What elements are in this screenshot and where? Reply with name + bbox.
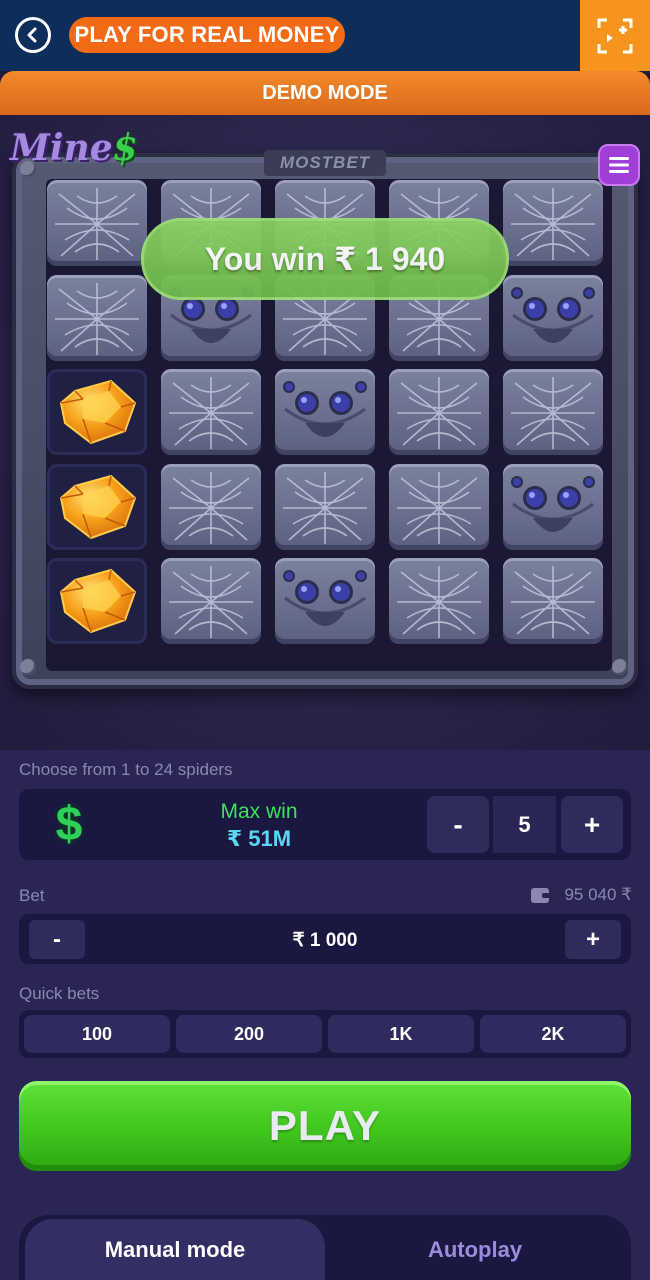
spider-tile[interactable] [275,369,375,455]
logo-text: Mine [10,127,113,169]
back-button[interactable] [15,17,51,53]
hamburger-menu-icon [609,157,629,173]
cobweb-icon [55,283,139,355]
gem-tile[interactable] [47,558,147,644]
cobweb-icon [511,377,595,449]
bet-amount-field[interactable]: ₹ 1 000 [200,925,450,955]
gem-icon [59,379,137,445]
spiders-increase-button[interactable]: + [561,796,623,853]
play-for-real-money-button[interactable]: PLAY FOR REAL MONEY [69,17,345,53]
game-menu-button[interactable] [598,144,640,186]
cobweb-icon [169,566,253,638]
gem-tile[interactable] [47,369,147,455]
spiders-label: Choose from 1 to 24 spiders [19,760,233,779]
spider-tile[interactable] [275,558,375,644]
balance-value: 95 040 ₹ [564,885,632,904]
spiders-decrease-button[interactable]: - [427,796,489,853]
manual-mode-tab[interactable]: Manual mode [25,1219,325,1280]
gem-icon [59,474,137,540]
quick-bet-200[interactable]: 200 [176,1015,322,1053]
cobweb-icon [397,472,481,544]
back-arrow-icon [27,27,37,43]
spider-icon [283,570,367,626]
bet-decrease-button[interactable]: - [29,920,85,959]
quick-bets-label: Quick bets [19,984,100,1003]
bet-label: Bet [19,886,45,905]
quick-bet-100[interactable]: 100 [24,1015,170,1053]
web-tile[interactable] [503,558,603,644]
cobweb-icon [169,377,253,449]
top-bar: PLAY FOR REAL MONEY [0,0,650,71]
bet-increase-button[interactable]: + [565,920,621,959]
cobweb-icon [283,472,367,544]
spider-icon [511,476,595,532]
gem-icon [59,568,137,634]
web-tile[interactable] [275,464,375,550]
web-tile[interactable] [161,464,261,550]
spider-tile[interactable] [503,275,603,361]
autoplay-tab[interactable]: Autoplay [325,1219,625,1280]
web-tile[interactable] [47,180,147,266]
web-tile[interactable] [503,369,603,455]
fullscreen-button[interactable] [580,0,650,71]
gem-tile[interactable] [47,464,147,550]
cobweb-icon [511,188,595,260]
web-tile[interactable] [47,275,147,361]
cobweb-icon [169,472,253,544]
wallet-icon [531,888,551,903]
game-logo: Mine$ [10,127,138,169]
web-tile[interactable] [389,369,489,455]
play-button[interactable]: PLAY [19,1081,631,1171]
spider-count-value: 5 [493,796,556,853]
logo-dollar: $ [112,127,138,169]
brand-plate: MOSTBET [264,150,386,176]
bolt-decoration [20,659,36,675]
spider-icon [511,287,595,343]
bolt-decoration [612,659,628,675]
cobweb-icon [397,566,481,638]
quick-bet-1k[interactable]: 1K [328,1015,474,1053]
max-win-value: ₹ 51M [226,826,292,851]
max-win-label: Max win [220,800,298,823]
game-area: MOSTBET Mine$ You win ₹ 1 940 [0,115,650,750]
quick-bet-2k[interactable]: 2K [480,1015,626,1053]
demo-mode-banner: DEMO MODE [0,71,650,115]
spider-tile[interactable] [503,464,603,550]
spider-icon [283,381,367,437]
win-banner: You win ₹ 1 940 [141,218,509,300]
web-tile[interactable] [389,558,489,644]
cobweb-icon [511,566,595,638]
fullscreen-icon [597,18,633,53]
web-tile[interactable] [161,369,261,455]
web-tile[interactable] [503,180,603,266]
dollar-icon: $ [55,797,83,851]
web-tile[interactable] [161,558,261,644]
web-tile[interactable] [389,464,489,550]
balance-display: 95 040 ₹ [522,882,632,908]
cobweb-icon [397,377,481,449]
cobweb-icon [55,188,139,260]
